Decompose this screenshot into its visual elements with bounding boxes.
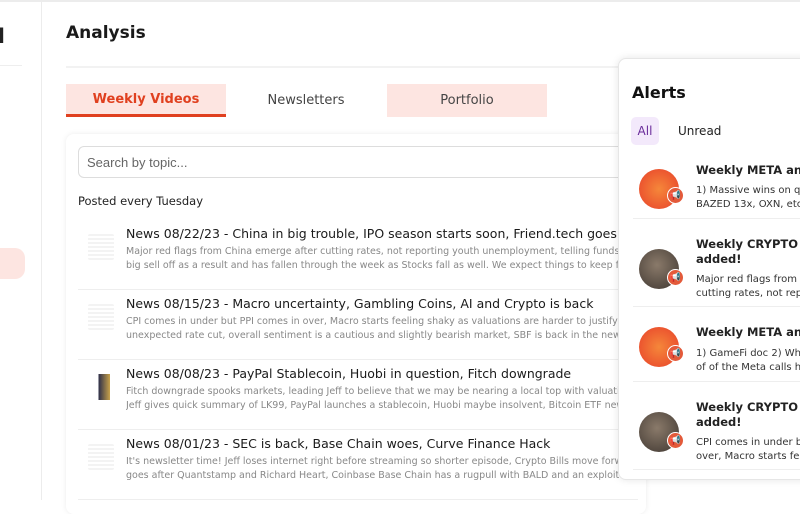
alert-body-line: CPI comes in under bu — [696, 437, 800, 448]
search-input[interactable] — [78, 146, 638, 178]
alert-body-line: over, Macro starts fee — [696, 451, 800, 462]
tab-portfolio[interactable]: Portfolio — [387, 84, 547, 117]
logo: l — [0, 24, 5, 48]
list-item[interactable]: News 08/08/23 - PayPal Stablecoin, Huobi… — [78, 360, 638, 430]
sidebar-item-active[interactable] — [0, 248, 25, 279]
alert-body-line: of of the Meta calls ha — [696, 362, 800, 373]
filter-unread[interactable]: Unread — [678, 117, 721, 145]
alert-title: Weekly CRYPTO anaadded! — [696, 237, 800, 267]
alert-body-line: 1) Massive wins on qu — [696, 185, 800, 196]
alert-body: CPI comes in under bu over, Macro starts … — [696, 436, 800, 464]
sidebar: l — [0, 0, 42, 500]
desc-line: Major red flags from China emerge after … — [126, 246, 638, 257]
item-description: Major red flags from China emerge after … — [126, 245, 638, 273]
item-title: News 08/08/23 - PayPal Stablecoin, Huobi… — [126, 366, 572, 381]
item-title: News 08/15/23 - Macro uncertainty, Gambl… — [126, 296, 594, 311]
alert-item[interactable]: 📢 Weekly META analy 1) GameFi doc 2) Wha… — [633, 307, 800, 382]
tab-weekly-videos[interactable]: Weekly Videos — [66, 84, 226, 117]
sidebar-divider — [0, 65, 22, 66]
alerts-title: Alerts — [632, 83, 686, 102]
list-item[interactable]: News 08/01/23 - SEC is back, Base Chain … — [78, 430, 638, 500]
alert-item[interactable]: 📢 Weekly META analy 1) Massive wins on q… — [633, 159, 800, 219]
alert-title-line: added! — [696, 415, 742, 429]
alerts-panel: Alerts All Unread 📢 Weekly META analy 1)… — [618, 58, 800, 480]
item-description: CPI comes in under but PPI comes in over… — [126, 315, 638, 343]
alert-body: 1) Massive wins on qu BAZED 13x, OXN, etc — [696, 184, 800, 212]
item-title: News 08/01/23 - SEC is back, Base Chain … — [126, 436, 551, 451]
alert-body-line: BAZED 13x, OXN, etc — [696, 199, 800, 210]
alert-title: Weekly META analy — [696, 163, 800, 177]
alert-item[interactable]: 📢 Weekly CRYPTO anaadded! CPI comes in u… — [633, 382, 800, 470]
alert-item[interactable]: 📢 Weekly CRYPTO anaadded! Major red flag… — [633, 219, 800, 307]
desc-line: big sell off as a result and has fallen … — [126, 260, 638, 271]
thumbnail — [88, 234, 114, 260]
alert-body-line: cutting rates, not repo — [696, 288, 800, 299]
alert-title: Weekly CRYPTO anaadded! — [696, 400, 800, 430]
desc-line: CPI comes in under but PPI comes in over… — [126, 316, 638, 327]
item-title: News 08/22/23 - China in big trouble, IP… — [126, 226, 641, 241]
thumbnail — [88, 444, 114, 470]
thumbnail — [88, 304, 114, 330]
alert-title-line: added! — [696, 252, 742, 266]
title-divider — [66, 66, 626, 68]
megaphone-icon: 📢 — [667, 269, 684, 286]
megaphone-icon: 📢 — [667, 345, 684, 362]
tab-newsletters[interactable]: Newsletters — [226, 84, 386, 117]
desc-line: Fitch downgrade spooks markets, leading … — [126, 386, 638, 397]
list-item[interactable]: News 08/15/23 - Macro uncertainty, Gambl… — [78, 290, 638, 360]
filter-all[interactable]: All — [631, 117, 659, 145]
item-description: It's newsletter time! Jeff loses interne… — [126, 455, 638, 483]
alert-body-line: 1) GameFi doc 2) Wha — [696, 348, 800, 359]
alert-body: 1) GameFi doc 2) Wha of of the Meta calls… — [696, 347, 800, 375]
page-title: Analysis — [66, 23, 146, 43]
alert-title: Weekly META analy — [696, 325, 800, 339]
item-description: Fitch downgrade spooks markets, leading … — [126, 385, 638, 413]
alert-body: Major red flags from C cutting rates, not… — [696, 273, 800, 301]
desc-line: It's newsletter time! Jeff loses interne… — [126, 456, 638, 467]
alert-body-line: Major red flags from C — [696, 274, 800, 285]
alert-title-line: Weekly CRYPTO ana — [696, 400, 800, 414]
list-item[interactable]: News 08/22/23 - China in big trouble, IP… — [78, 220, 641, 290]
megaphone-icon: 📢 — [667, 432, 684, 449]
desc-line: unexpected rate cut, overall sentiment i… — [126, 330, 638, 341]
desc-line: Jeff gives quick summary of LK99, PayPal… — [126, 400, 638, 411]
schedule-label: Posted every Tuesday — [78, 194, 204, 208]
megaphone-icon: 📢 — [667, 187, 684, 204]
desc-line: goes after Quantstamp and Richard Heart,… — [126, 470, 638, 481]
thumbnail — [88, 374, 114, 400]
top-divider — [0, 0, 800, 2]
alert-title-line: Weekly CRYPTO ana — [696, 237, 800, 251]
